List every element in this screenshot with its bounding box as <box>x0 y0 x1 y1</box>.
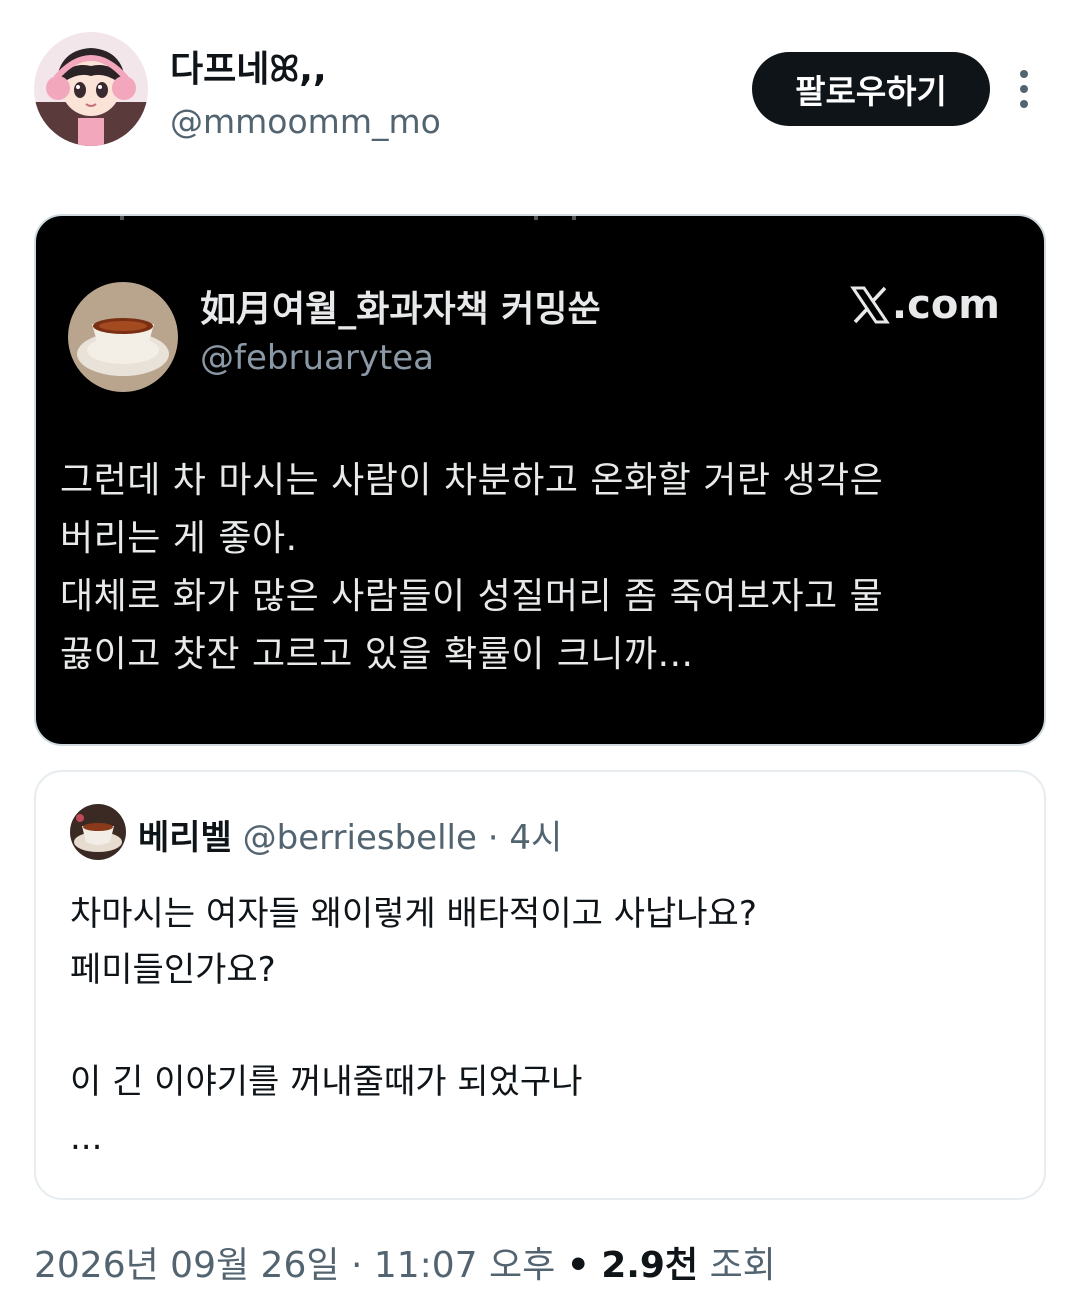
meta-separator-dot: • <box>566 1245 590 1286</box>
post-date[interactable]: 2026년 09월 26일 <box>34 1245 339 1286</box>
quote-line: ... <box>70 1118 103 1158</box>
embed-author-handle: @februarytea <box>200 338 435 378</box>
more-vertical-icon[interactable] <box>1004 68 1044 112</box>
tweet-header: 다프네ꕤ,, @mmoomm_mo 팔로우하기 <box>0 0 1080 180</box>
embed-line: 대체로 화가 많은 사람들이 성질머리 좀 죽여보자고 물 <box>60 576 884 617</box>
quote-avatar[interactable] <box>70 804 126 860</box>
quoted-tweet[interactable]: 베리벨 @berriesbelle · 4시 차마시는 여자들 왜이렇게 배타적… <box>34 770 1046 1200</box>
post-time[interactable]: 11:07 오후 <box>374 1245 555 1286</box>
quote-timestamp[interactable]: 4시 <box>509 818 562 858</box>
tweet-meta: 2026년 09월 26일 · 11:07 오후 • 2.9천 조회 <box>34 1236 776 1288</box>
embed-line: 버리는 게 좋아. <box>60 518 298 559</box>
embed-line: 끓이고 찻잔 고르고 있을 확률이 크니까... <box>60 634 694 675</box>
quote-line: 차마시는 여자들 왜이렇게 배타적이고 사납나요? <box>70 894 757 934</box>
author-display-name[interactable]: 다프네ꕤ,, <box>170 40 327 92</box>
quote-line: 이 긴 이야기를 꺼내줄때가 되었구나 <box>70 1062 583 1102</box>
author-avatar[interactable] <box>34 32 148 146</box>
quote-line: 페미들인가요? <box>70 950 276 990</box>
x-logo-icon <box>850 286 890 324</box>
author-handle[interactable]: @mmoomm_mo <box>170 102 441 141</box>
embed-line: 그런데 차 마시는 사람이 차분하고 온화할 거란 생각은 <box>60 460 884 501</box>
meta-separator: · <box>350 1245 363 1286</box>
quote-author-handle[interactable]: @berriesbelle <box>243 818 477 858</box>
views-label: 조회 <box>709 1245 776 1286</box>
quote-separator: · <box>487 818 499 858</box>
quote-meta: 베리벨 @berriesbelle · 4시 <box>138 810 562 859</box>
follow-button[interactable]: 팔로우하기 <box>752 52 990 126</box>
embed-source-text: .com <box>891 282 1000 328</box>
embed-author-name: 如月여월_화과자책 커밍쑨 <box>200 289 601 330</box>
quote-body: 차마시는 여자들 왜이렇게 배타적이고 사납나요? 페미들인가요? 이 긴 이야… <box>70 886 1020 1166</box>
embed-body: 그런데 차 마시는 사람이 차분하고 온화할 거란 생각은 버리는 게 좋아. … <box>60 452 1030 684</box>
embedded-screenshot: 如月여월_화과자책 커밍쑨 @februarytea .com 그런데 차 마시… <box>34 214 1046 746</box>
quote-author-name[interactable]: 베리벨 <box>138 818 232 858</box>
views-count: 2.9천 <box>601 1245 699 1286</box>
embed-source: .com <box>850 282 1000 328</box>
cropped-edge <box>120 216 576 220</box>
quote-line <box>70 998 1020 1054</box>
embed-avatar <box>68 282 178 392</box>
